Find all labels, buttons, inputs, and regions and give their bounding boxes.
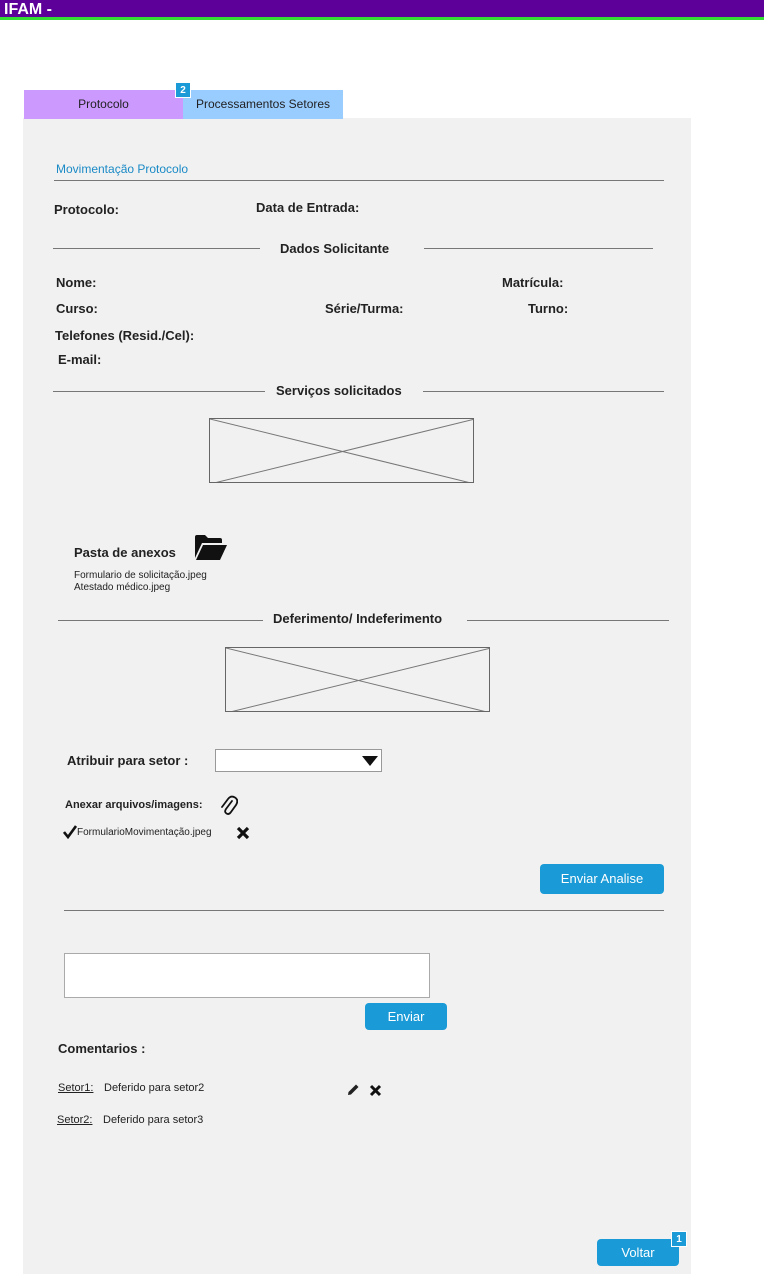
anexo-file[interactable]: Atestado médico.jpeg: [74, 582, 170, 593]
close-icon[interactable]: [236, 826, 250, 840]
divider: [53, 248, 260, 249]
divider: [58, 620, 263, 621]
data-entrada-label: Data de Entrada:: [256, 200, 360, 215]
section-title-servicos: Serviços solicitados: [276, 383, 402, 398]
divider: [467, 620, 669, 621]
comment-author: Setor1:: [58, 1082, 94, 1094]
divider: [64, 910, 664, 911]
check-icon: [63, 825, 77, 839]
app-header: [0, 0, 764, 20]
curso-label: Curso:: [56, 301, 98, 316]
pasta-anexos-label: Pasta de anexos: [74, 545, 176, 560]
nome-label: Nome:: [56, 275, 97, 290]
atribuir-setor-label: Atribuir para setor :: [67, 753, 189, 768]
folder-open-icon[interactable]: [194, 534, 228, 561]
section-link-movimentacao[interactable]: Movimentação Protocolo: [56, 162, 188, 176]
deferimento-placeholder-image: [225, 647, 490, 712]
protocolo-label: Protocolo:: [54, 202, 119, 217]
servicos-placeholder-image: [209, 418, 474, 483]
turno-label: Turno:: [528, 301, 569, 316]
matricula-label: Matrícula:: [502, 275, 564, 290]
section-title-dados-solicitante: Dados Solicitante: [280, 241, 390, 256]
divider: [53, 391, 265, 392]
chevron-down-icon: [362, 756, 378, 766]
tab-protocolo[interactable]: Protocolo: [24, 90, 183, 119]
tab-badge: 2: [175, 82, 191, 98]
divider: [423, 391, 664, 392]
app-title: IFAM -: [4, 1, 52, 18]
telefones-label: Telefones (Resid./Cel):: [55, 328, 195, 343]
email-label: E-mail:: [58, 352, 102, 367]
comment-text: Deferido para setor3: [103, 1114, 204, 1126]
tab-processamentos-setores[interactable]: Processamentos Setores: [183, 90, 343, 119]
comment-text: Deferido para setor2: [104, 1082, 205, 1094]
anexar-arquivos-label: Anexar arquivos/imagens:: [65, 799, 203, 811]
voltar-badge: 1: [671, 1231, 687, 1247]
enviar-button[interactable]: Enviar: [365, 1003, 447, 1030]
divider: [424, 248, 653, 249]
serie-turma-label: Série/Turma:: [325, 301, 404, 316]
comment-input[interactable]: [64, 953, 430, 998]
comment-author: Setor2:: [57, 1114, 93, 1126]
attached-file-name: FormularioMovimentação.jpeg: [77, 827, 212, 838]
comentarios-label: Comentarios :: [58, 1041, 146, 1056]
voltar-button[interactable]: Voltar: [597, 1239, 679, 1266]
pencil-icon[interactable]: [347, 1083, 360, 1096]
divider: [54, 180, 664, 181]
close-icon[interactable]: [369, 1084, 382, 1097]
setor-select[interactable]: [215, 749, 382, 772]
enviar-analise-button[interactable]: Enviar Analise: [540, 864, 664, 894]
paperclip-icon[interactable]: [220, 795, 238, 817]
anexo-file[interactable]: Formulario de solicitação.jpeg: [74, 570, 207, 581]
section-title-deferimento: Deferimento/ Indeferimento: [273, 611, 443, 626]
